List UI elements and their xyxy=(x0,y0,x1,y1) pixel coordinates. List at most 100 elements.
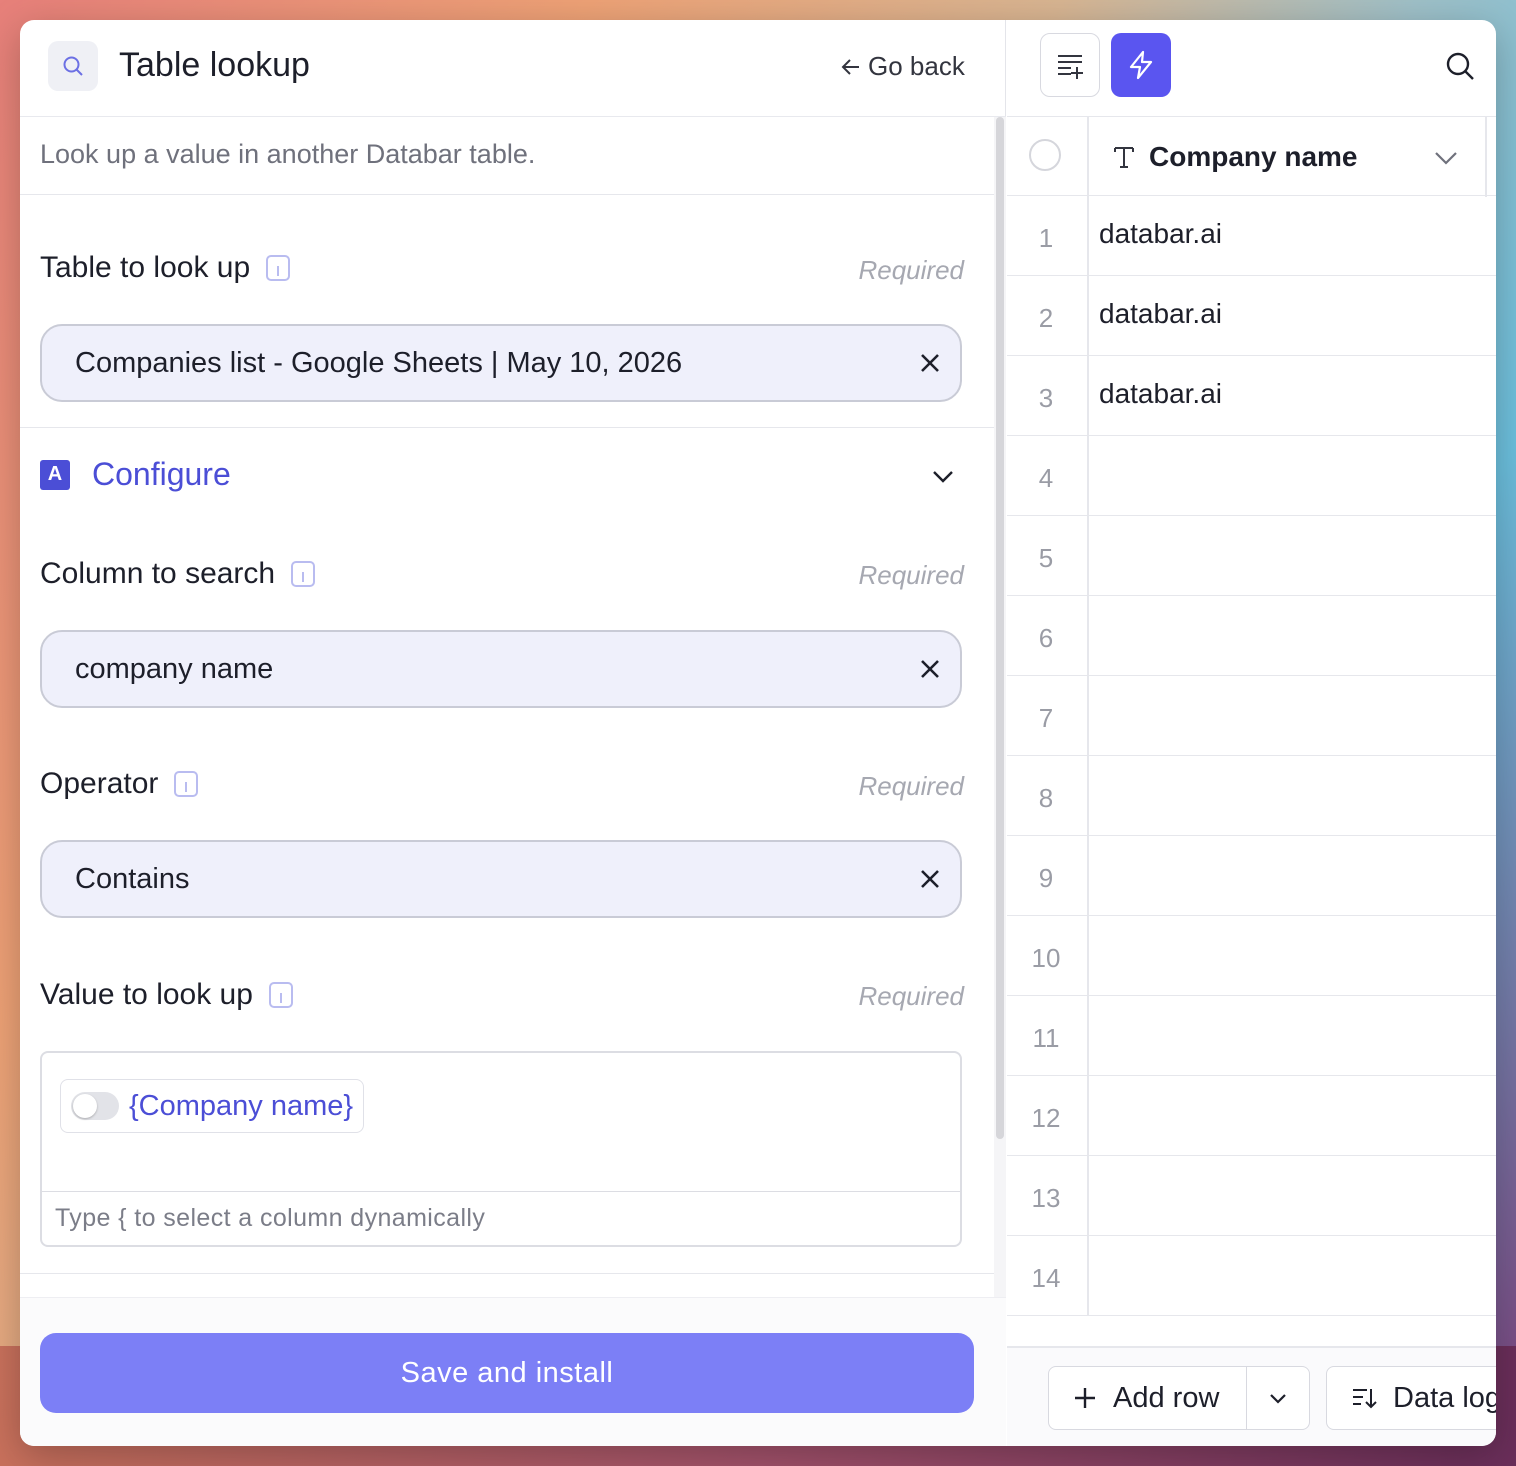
row-number: 9 xyxy=(1038,862,1054,893)
close-icon[interactable] xyxy=(918,351,942,375)
row-number: 3 xyxy=(1038,382,1054,413)
table-cell-company-name[interactable] xyxy=(1087,1156,1496,1236)
table-cell-company-name[interactable] xyxy=(1087,996,1496,1076)
add-row-group: Add row xyxy=(1048,1366,1310,1430)
search-icon[interactable] xyxy=(1444,50,1476,82)
table-row[interactable]: 10 xyxy=(1007,916,1496,996)
enrich-button[interactable] xyxy=(1111,33,1171,97)
chevron-down-icon xyxy=(1270,1394,1286,1404)
close-icon[interactable] xyxy=(918,867,942,891)
tool-description: Look up a value in another Databar table… xyxy=(40,139,536,169)
required-tag: Required xyxy=(858,771,964,801)
column-label: Column to search xyxy=(40,557,316,591)
table-cell-company-name[interactable] xyxy=(1087,676,1496,756)
chevron-down-icon[interactable] xyxy=(1433,145,1459,171)
row-number: 14 xyxy=(1031,1262,1061,1293)
column-header-company-name[interactable]: Company name xyxy=(1087,117,1487,197)
row-number: 13 xyxy=(1031,1182,1061,1213)
table-row[interactable]: 2 databar.ai xyxy=(1007,276,1496,356)
add-row-button[interactable]: Add row xyxy=(1049,1367,1247,1429)
table-select-value: Companies list - Google Sheets | May 10,… xyxy=(75,346,683,379)
table-row[interactable]: 3 databar.ai xyxy=(1007,356,1496,436)
row-number: 2 xyxy=(1038,302,1054,333)
save-and-install-button[interactable]: Save and install xyxy=(40,1333,974,1413)
configure-label: Configure xyxy=(92,456,231,492)
table-cell-company-name[interactable] xyxy=(1087,1076,1496,1156)
panel-footer: Save and install xyxy=(20,1297,1006,1446)
row-number: 5 xyxy=(1038,542,1054,573)
chip-label: {Company name} xyxy=(129,1089,354,1122)
table-row[interactable]: 4 xyxy=(1007,436,1496,516)
info-icon[interactable] xyxy=(174,771,199,797)
close-icon[interactable] xyxy=(918,657,942,681)
table-cell-company-name[interactable] xyxy=(1087,596,1496,676)
lookup-panel: Table lookup Go back Look up a value in … xyxy=(20,20,1006,1446)
column-select[interactable]: company name xyxy=(40,630,962,708)
configure-icon: A xyxy=(40,459,70,490)
panel-header: Table lookup Go back xyxy=(20,20,1006,117)
go-back-label: Go back xyxy=(868,51,965,81)
add-row-label: Add row xyxy=(1113,1381,1220,1414)
table-row[interactable]: 1 databar.ai xyxy=(1007,196,1496,276)
table-cell-company-name[interactable] xyxy=(1087,516,1496,596)
select-all-checkbox[interactable] xyxy=(1029,139,1061,171)
divider xyxy=(20,194,994,195)
required-tag: Required xyxy=(858,981,964,1011)
table-body: 1 databar.ai 2 databar.ai 3 databar.ai 4 5 6 7 8 9 1… xyxy=(1007,196,1496,1346)
table-row[interactable]: 12 xyxy=(1007,1076,1496,1156)
table-cell-company-name[interactable] xyxy=(1087,916,1496,996)
value-label-text: Value to look up xyxy=(40,978,253,1011)
table-label-text: Table to look up xyxy=(40,251,251,284)
divider xyxy=(20,1273,994,1274)
info-icon[interactable] xyxy=(266,255,291,281)
column-label-text: Column to search xyxy=(40,557,276,590)
value-hint: Type { to select a column dynamically xyxy=(42,1191,960,1245)
row-number: 6 xyxy=(1038,622,1054,653)
table-cell-company-name[interactable] xyxy=(1087,756,1496,836)
table-row[interactable]: 14 xyxy=(1007,1236,1496,1316)
text-type-icon xyxy=(1114,147,1134,168)
chevron-down-icon[interactable] xyxy=(930,463,956,489)
row-number: 8 xyxy=(1038,782,1054,813)
table-row[interactable]: 5 xyxy=(1007,516,1496,596)
table-row[interactable]: 7 xyxy=(1007,676,1496,756)
configure-section-toggle[interactable]: A Configure xyxy=(40,456,231,493)
scrollbar[interactable] xyxy=(994,117,1006,1297)
row-number: 12 xyxy=(1031,1102,1061,1133)
table-row[interactable]: 6 xyxy=(1007,596,1496,676)
chip-toggle[interactable] xyxy=(71,1092,119,1120)
scrollbar-thumb[interactable] xyxy=(996,117,1004,1139)
table-select[interactable]: Companies list - Google Sheets | May 10,… xyxy=(40,324,962,402)
table-row[interactable]: 9 xyxy=(1007,836,1496,916)
table-panel: Company name 1 databar.ai 2 databar.ai 3 data… xyxy=(1007,20,1496,1446)
column-header-label: Company name xyxy=(1149,141,1358,172)
add-column-icon xyxy=(1058,55,1083,79)
table-cell-company-name[interactable]: databar.ai xyxy=(1087,276,1496,356)
info-icon[interactable] xyxy=(291,561,316,587)
operator-label: Operator xyxy=(40,767,199,801)
operator-select[interactable]: Contains xyxy=(40,840,962,918)
data-log-label: Data log xyxy=(1393,1381,1496,1414)
add-column-button[interactable] xyxy=(1040,33,1100,97)
form-scroll-area[interactable]: Look up a value in another Databar table… xyxy=(20,117,994,1297)
table-cell-company-name[interactable]: databar.ai xyxy=(1087,196,1496,276)
arrow-left-icon xyxy=(841,58,859,75)
required-tag: Required xyxy=(858,560,964,590)
add-row-dropdown[interactable] xyxy=(1247,1367,1309,1429)
info-icon[interactable] xyxy=(268,982,293,1008)
table-cell-company-name[interactable]: databar.ai xyxy=(1087,356,1496,436)
table-row[interactable]: 8 xyxy=(1007,756,1496,836)
column-chip[interactable]: {Company name} xyxy=(60,1079,365,1133)
row-number: 7 xyxy=(1038,702,1054,733)
table-cell-company-name[interactable] xyxy=(1087,836,1496,916)
row-number: 10 xyxy=(1031,942,1061,973)
go-back-button[interactable]: Go back xyxy=(840,51,965,82)
table-cell-company-name[interactable] xyxy=(1087,1236,1496,1316)
value-input[interactable]: {Company name} Type { to select a column… xyxy=(40,1051,962,1247)
panel-title: Table lookup xyxy=(119,46,310,84)
table-row[interactable]: 11 xyxy=(1007,996,1496,1076)
data-log-button[interactable]: Data log xyxy=(1326,1366,1496,1430)
table-row[interactable]: 13 xyxy=(1007,1156,1496,1236)
table-cell-company-name[interactable] xyxy=(1087,436,1496,516)
table-footer: Add row Data log xyxy=(1007,1346,1496,1446)
